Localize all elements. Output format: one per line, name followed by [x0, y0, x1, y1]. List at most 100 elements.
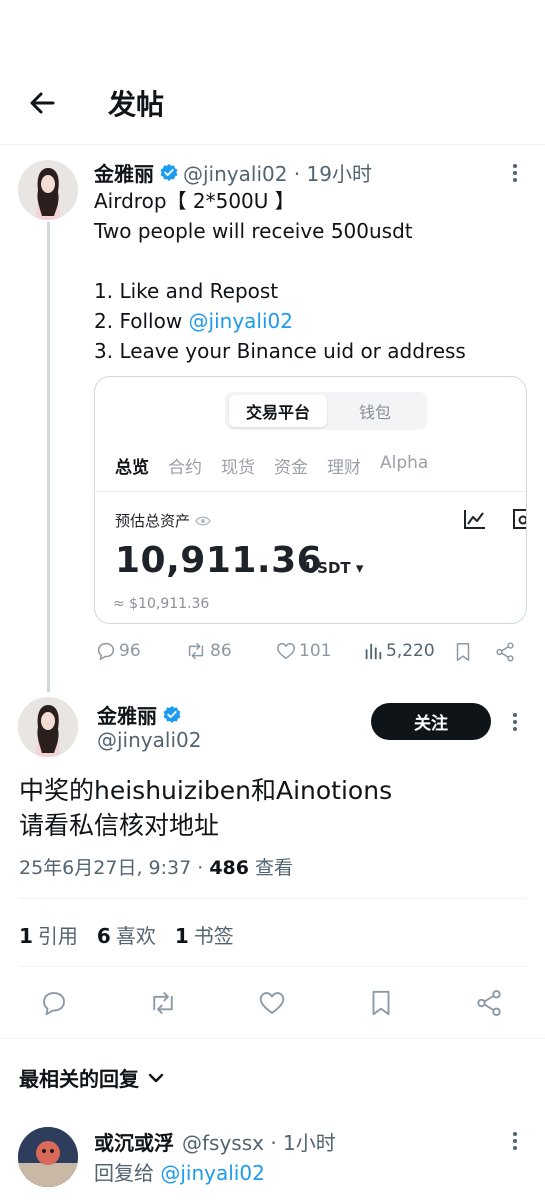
replying-to-label: 回复给: [94, 1161, 161, 1185]
header-divider: [0, 144, 545, 145]
post-line-1: Airdrop【 2*500U 】: [94, 189, 295, 213]
avatar-image: [18, 697, 78, 757]
card-tab-earn: 理财: [327, 458, 361, 478]
bookmark-icon: [456, 643, 470, 661]
author-handle: @jinyali02: [97, 728, 202, 752]
asset-approx: ≈ $10,911.36: [113, 596, 210, 612]
post-line-3: 1. Like and Repost: [94, 279, 279, 303]
engagement-stats: 1 引用 6 喜欢 1 书签: [19, 920, 234, 949]
card-tab-futures: 合约: [168, 458, 202, 478]
bookmark-button[interactable]: [361, 983, 401, 1023]
bookmarks-count: 1: [174, 924, 189, 948]
view-count: 486: [209, 857, 249, 879]
more-dots-icon: [513, 1132, 517, 1150]
asset-value: 10,911.36: [115, 540, 323, 581]
page-title: 发帖: [108, 88, 165, 121]
segment-control: 交易平台 钱包: [225, 392, 427, 430]
like-button[interactable]: [252, 983, 292, 1023]
more-options-button[interactable]: [500, 158, 530, 188]
avatar-image: [18, 1127, 78, 1187]
more-options-button[interactable]: [500, 707, 530, 737]
back-button[interactable]: [22, 84, 62, 124]
bookmark-icon: [372, 990, 390, 1016]
divider: [19, 966, 526, 967]
card-divider: [95, 491, 526, 492]
post-timestamp: 25年6月27日, 9:37 · 486 查看: [19, 853, 293, 880]
verified-badge-icon: [160, 163, 178, 181]
views-count: 5,220: [386, 641, 435, 661]
reply-author-line: 或沉或浮 @fsyssx · 1小时: [94, 1127, 336, 1156]
mention-link[interactable]: @jinyali02: [160, 1161, 264, 1185]
avatar-image: [18, 160, 78, 220]
post-line-4: 2. Follow @jinyali02: [94, 306, 293, 336]
reply-button[interactable]: [34, 983, 74, 1023]
card-tabs: 总览 合约 现货 资金 理财 Alpha: [115, 453, 428, 478]
reply-text: 中奖的heishuiziben和Ainotions 请看私信核对地址: [19, 776, 393, 840]
attached-image[interactable]: 交易平台 钱包 总览 合约 现货 资金 理财 Alpha 预估总资产 10,91…: [94, 376, 527, 624]
repost-icon: [153, 992, 173, 1014]
author-handle-time: @jinyali02 · 19小时: [183, 162, 372, 186]
share-button[interactable]: [469, 983, 509, 1023]
chart-icon: [464, 510, 485, 529]
repost-icon: [188, 642, 204, 660]
like-count: 101: [299, 641, 332, 661]
share-icon: [477, 990, 501, 1016]
author-name[interactable]: 金雅丽: [97, 700, 157, 729]
views-metric[interactable]: 5,220: [362, 640, 435, 662]
quotes-count: 1: [19, 924, 33, 948]
bookmarks-stat[interactable]: 1 书签: [175, 920, 234, 949]
mention-link[interactable]: @jinyali02: [189, 309, 293, 333]
chevron-down-icon: [148, 1073, 164, 1082]
author-name[interactable]: 金雅丽: [94, 158, 154, 187]
card-tab-overview: 总览: [115, 458, 149, 478]
post-line-2: Two people will receive 500usdt: [94, 219, 413, 243]
asset-unit: USDT ▾: [305, 559, 364, 577]
reply-metric[interactable]: 96: [95, 640, 141, 662]
thread-line: [47, 222, 50, 692]
verified-badge-icon: [163, 705, 181, 723]
sort-label: 最相关的回复: [19, 1067, 139, 1091]
more-dots-icon: [513, 713, 517, 731]
follow-button[interactable]: 关注: [371, 703, 491, 740]
segment-wallet: 钱包: [358, 403, 391, 422]
repost-button[interactable]: [143, 983, 183, 1023]
card-tab-funds: 资金: [274, 458, 308, 478]
bookmark-button[interactable]: [452, 641, 474, 667]
like-metric[interactable]: 101: [275, 640, 331, 662]
segment-exchange: 交易平台: [229, 395, 327, 427]
asset-label-row: 预估总资产: [115, 510, 211, 531]
avatar[interactable]: [18, 697, 78, 757]
quotes-stat[interactable]: 1 引用: [19, 920, 78, 949]
quotes-label: 引用: [37, 924, 78, 948]
heart-icon: [277, 642, 295, 660]
author-name[interactable]: 或沉或浮: [94, 1127, 174, 1156]
bookmarks-label: 书签: [193, 924, 234, 948]
views-chart-icon: [365, 643, 382, 660]
likes-stat[interactable]: 6 喜欢: [97, 920, 156, 949]
view-label: 查看: [248, 857, 294, 879]
post-line-5: 3. Leave your Binance uid or address: [94, 339, 466, 363]
divider: [19, 898, 526, 899]
heart-icon: [259, 992, 285, 1014]
reply-icon: [97, 642, 115, 660]
repost-count: 86: [210, 641, 232, 661]
post-date: 25年6月27日, 9:37 ·: [19, 857, 210, 879]
share-icon: [496, 642, 514, 662]
asset-label: 预估总资产: [115, 512, 191, 530]
avatar[interactable]: [18, 1127, 78, 1187]
share-button[interactable]: [494, 641, 516, 667]
more-options-button[interactable]: [500, 1126, 530, 1156]
reply-author-line: 金雅丽: [97, 700, 186, 729]
author-handle-time: @fsyssx · 1小时: [182, 1131, 336, 1155]
reply-icon: [43, 992, 65, 1016]
card-tab-alpha: Alpha: [380, 453, 429, 473]
replying-to: 回复给 @jinyali02: [94, 1157, 265, 1186]
card-tab-spot: 现货: [221, 458, 255, 478]
post-author-line: 金雅丽 @jinyali02 · 19小时: [94, 158, 372, 187]
likes-count: 6: [96, 924, 111, 948]
repost-metric[interactable]: 86: [184, 640, 232, 662]
replies-sort-dropdown[interactable]: 最相关的回复: [19, 1063, 165, 1092]
reply-count: 96: [119, 641, 141, 661]
avatar[interactable]: [18, 160, 78, 220]
document-icon: [513, 509, 526, 529]
